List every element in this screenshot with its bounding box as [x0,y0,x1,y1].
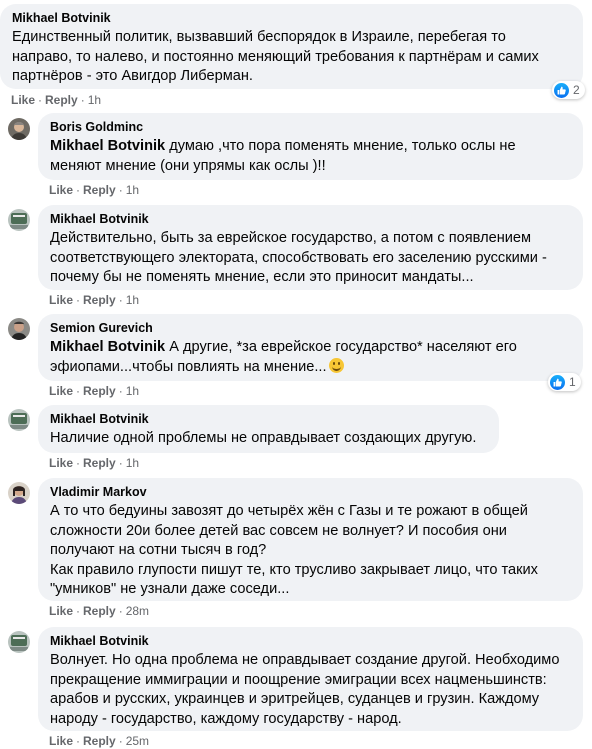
avatar[interactable] [8,118,30,140]
comment-text: А то что бедуины завозят до четырёх жён … [50,503,538,597]
like-link[interactable]: Like [49,183,73,197]
mention-link[interactable]: Mikhael Botvinik [50,138,165,154]
comment-actions: Like · Reply · 1h [49,456,140,470]
comment-actions: Like · Reply · 1h [49,384,140,398]
comment-author[interactable]: Mikhael Botvinik [50,211,571,228]
comment-author[interactable]: Mikhael Botvinik [50,411,487,428]
like-reaction-icon [550,374,565,390]
comment-bubble: Mikhael Botvinik Действительно, быть за … [38,205,583,290]
comment-bubble: Mikhael Botvinik Единственный политик, в… [0,4,583,89]
comment-author[interactable]: Boris Goldminc [50,119,571,136]
comment-author[interactable]: Mikhael Botvinik [50,633,571,650]
comment-text: Волнует. Но одна проблема не оправдывает… [50,652,560,727]
reply-link[interactable]: Reply [83,293,116,307]
avatar[interactable] [8,209,30,231]
timestamp[interactable]: 1h [126,456,139,470]
reaction-number: 1 [569,375,576,389]
like-link[interactable]: Like [49,384,73,398]
like-link[interactable]: Like [49,293,73,307]
comment-actions: Like · Reply · 25m [49,734,150,748]
timestamp[interactable]: 25m [126,734,149,748]
comment-text: Единственный политик, вызвавший беспоряд… [12,29,539,84]
comment-actions: Like · Reply · 1h [49,183,140,197]
comment-actions: Like · Reply · 28m [49,604,150,618]
comment-author[interactable]: Semion Gurevich [50,320,571,337]
comment-bubble: Boris Goldminc Mikhael Botvinik думаю ,ч… [38,113,583,180]
comment-bubble: Mikhael Botvinik Волнует. Но одна пробле… [38,627,583,731]
reply-link[interactable]: Reply [83,734,116,748]
timestamp[interactable]: 28m [126,604,149,618]
avatar[interactable] [8,318,30,340]
timestamp[interactable]: 1h [126,293,139,307]
comment-text: Mikhael Botvinik А другие, *за еврейское… [50,339,517,375]
reply-link[interactable]: Reply [83,604,116,618]
comment-actions: Like · Reply · 1h [11,93,102,107]
timestamp[interactable]: 1h [88,93,101,107]
timestamp[interactable]: 1h [126,183,139,197]
reply-link[interactable]: Reply [83,456,116,470]
smile-emoji-icon [328,357,344,373]
avatar[interactable] [8,409,30,431]
like-link[interactable]: Like [49,456,73,470]
comment-author[interactable]: Mikhael Botvinik [12,10,571,27]
reply-link[interactable]: Reply [45,93,78,107]
reaction-number: 2 [573,83,580,97]
reaction-count[interactable]: 2 [552,81,585,99]
comment-text: Наличие одной проблемы не оправдывает со… [50,430,477,446]
avatar[interactable] [8,631,30,653]
like-reaction-icon [554,82,569,98]
timestamp[interactable]: 1h [126,384,139,398]
reply-link[interactable]: Reply [83,384,116,398]
like-link[interactable]: Like [49,734,73,748]
comment-text: Действительно, быть за еврейское государ… [50,230,547,285]
reaction-count[interactable]: 1 [548,373,581,391]
reply-link[interactable]: Reply [83,183,116,197]
like-link[interactable]: Like [11,93,35,107]
comment-text: Mikhael Botvinik думаю ,что пора поменят… [50,138,516,174]
comment-bubble: Semion Gurevich Mikhael Botvinik А други… [38,314,583,381]
avatar[interactable] [8,482,30,504]
comment-actions: Like · Reply · 1h [49,293,140,307]
mention-link[interactable]: Mikhael Botvinik [50,339,165,355]
comment-author[interactable]: Vladimir Markov [50,484,571,501]
comment-bubble: Mikhael Botvinik Наличие одной проблемы … [38,405,499,453]
comment-bubble: Vladimir Markov А то что бедуины завозят… [38,478,583,601]
like-link[interactable]: Like [49,604,73,618]
